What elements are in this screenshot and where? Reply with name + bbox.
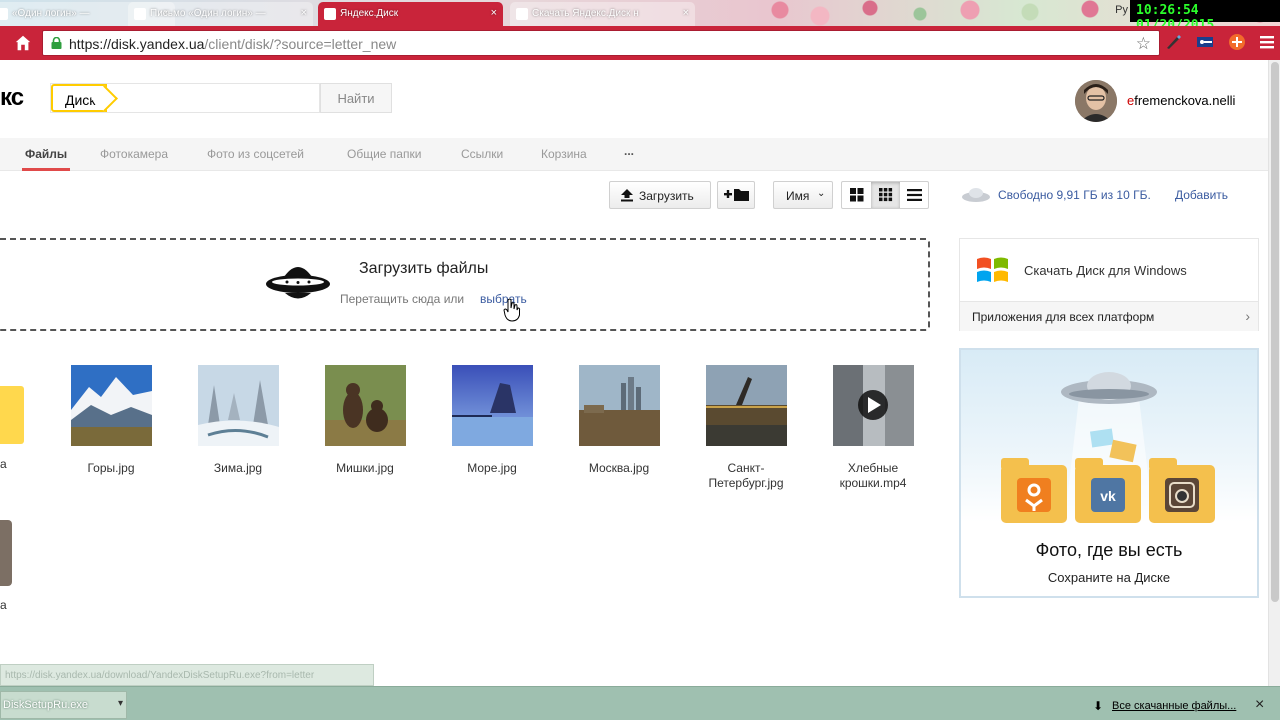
file-item-mountains[interactable]: Горы.jpg xyxy=(56,365,166,476)
dropzone-title: Загрузить файлы xyxy=(359,260,489,277)
file-item-moscow[interactable]: Москва.jpg xyxy=(564,365,674,476)
dropzone-subtitle: Перетащить сюда или xyxy=(340,292,465,306)
clock-overlay: 10:26:54 01/20/2015 xyxy=(1130,0,1280,33)
new-folder-button[interactable] xyxy=(717,181,755,209)
free-space-text: Свободно 9,91 ГБ из 10 ГБ. xyxy=(998,188,1151,202)
windows-download-text[interactable]: Скачать Диск для Windows xyxy=(1024,263,1187,278)
view-small-icons-button[interactable] xyxy=(871,182,900,208)
promo-title: Фото, где вы есть xyxy=(1035,540,1183,560)
close-icon[interactable]: × xyxy=(1255,696,1264,714)
tab-files[interactable]: Файлы xyxy=(25,147,67,161)
scrollbar-thumb[interactable] xyxy=(1271,62,1279,602)
folder-name-partial: а xyxy=(0,457,7,471)
download-favicon-icon xyxy=(516,8,528,20)
page-scrollbar[interactable] xyxy=(1268,60,1280,686)
trash-item-partial[interactable] xyxy=(0,520,12,586)
moscow-thumbnail xyxy=(578,365,660,446)
all-platforms-link[interactable]: Приложения для всех платформ › xyxy=(960,301,1258,331)
promo-subtitle: Сохраните на Диске xyxy=(1047,570,1171,585)
tab-camera[interactable]: Фотокамера xyxy=(100,147,168,161)
downloads-bar: DiskSetupRu.exe ▾ ⬇ Все скачанные файлы.… xyxy=(0,686,1280,720)
browser-tab-2[interactable]: Письмо «Один логин» — × xyxy=(128,2,313,26)
chevron-right-icon: › xyxy=(1245,308,1250,324)
download-item[interactable]: DiskSetupRu.exe ▾ xyxy=(0,691,127,719)
promo-illustration: vk xyxy=(1001,372,1215,523)
user-photo-icon xyxy=(1075,80,1117,122)
file-item-bears[interactable]: Мишки.jpg xyxy=(310,365,420,476)
file-item-sea[interactable]: Море.jpg xyxy=(437,365,547,476)
mountains-thumbnail xyxy=(70,365,152,446)
svg-text:vk: vk xyxy=(1100,488,1116,504)
add-folder-icon xyxy=(724,189,749,201)
bookmark-star-icon[interactable]: ☆ xyxy=(1136,34,1151,54)
view-switcher xyxy=(841,181,929,209)
file-item-winter[interactable]: Зима.jpg xyxy=(183,365,293,476)
url-text: https://disk.yandex.ua/client/disk/?sour… xyxy=(69,36,397,52)
search-box: Диск xyxy=(50,83,320,113)
add-extension-icon[interactable] xyxy=(1228,33,1246,51)
add-space-link[interactable]: Добавить xyxy=(1175,188,1228,202)
address-bar[interactable]: https://disk.yandex.ua/client/disk/?sour… xyxy=(42,30,1160,56)
avatar[interactable] xyxy=(1075,80,1117,122)
file-item-video[interactable]: Хлебные крошки.mp4 xyxy=(818,365,928,491)
search-input[interactable] xyxy=(121,87,311,109)
windows-app-card[interactable]: Скачать Диск для Windows Приложения для … xyxy=(959,238,1259,331)
mail-favicon-icon xyxy=(0,8,8,20)
pen-extension-icon[interactable] xyxy=(1164,33,1182,51)
yandex-logo[interactable]: кс xyxy=(0,84,24,112)
browser-tab-active[interactable]: Яндекс.Диск × xyxy=(318,2,503,26)
tab-shared-folders[interactable]: Общие папки xyxy=(347,147,421,161)
tab-social-photos[interactable]: Фото из соцсетей xyxy=(207,147,304,161)
home-icon[interactable] xyxy=(14,34,32,52)
bears-thumbnail xyxy=(324,365,406,446)
view-large-icons-button[interactable] xyxy=(842,182,871,208)
large-grid-icon xyxy=(850,188,864,202)
lock-icon xyxy=(51,37,62,49)
status-bar: https://disk.yandex.ua/download/YandexDi… xyxy=(0,664,374,686)
chevron-down-icon[interactable]: ▾ xyxy=(118,698,123,709)
small-grid-icon xyxy=(879,188,893,202)
all-downloads-link[interactable]: Все скачанные файлы... xyxy=(1112,700,1236,712)
tab-close-icon[interactable]: × xyxy=(683,7,689,19)
tab-strip: «Один логин» — × Письмо «Один логин» — ×… xyxy=(0,0,1280,33)
ufo-small-icon xyxy=(962,188,990,202)
petersburg-thumbnail xyxy=(705,365,787,446)
flag-extension-icon[interactable] xyxy=(1196,33,1214,51)
sea-thumbnail xyxy=(451,365,533,446)
disk-favicon-icon xyxy=(324,8,336,20)
lang-indicator: Ру xyxy=(1115,4,1128,16)
winter-thumbnail xyxy=(197,365,279,446)
list-icon xyxy=(907,189,922,201)
browser-window: «Один логин» — × Письмо «Один логин» — ×… xyxy=(0,0,1280,720)
menu-icon[interactable] xyxy=(1258,33,1276,51)
view-list-button[interactable] xyxy=(900,182,929,208)
video-thumbnail xyxy=(832,365,914,446)
ufo-icon xyxy=(266,267,330,299)
user-name[interactable]: efremenckova.nelli xyxy=(1127,93,1235,108)
tab-links[interactable]: Ссылки xyxy=(461,147,503,161)
tab-close-icon[interactable]: × xyxy=(301,7,307,19)
trash-name-partial: а xyxy=(0,598,7,612)
active-tab-underline xyxy=(22,168,70,171)
upload-icon xyxy=(621,189,633,202)
upload-dropzone[interactable] xyxy=(0,238,930,331)
tab-more[interactable]: ... xyxy=(624,144,634,158)
browser-tab-4[interactable]: Скачать Яндекс.Диск н × xyxy=(510,2,695,26)
hand-cursor-icon xyxy=(503,298,521,322)
service-chip[interactable]: Диск xyxy=(51,84,108,112)
social-photos-promo[interactable]: vk Фото, где вы есть Сохраните на Диске xyxy=(959,348,1259,598)
find-button[interactable]: Найти xyxy=(320,83,392,113)
tab-close-icon[interactable]: × xyxy=(491,7,497,19)
tab-trash[interactable]: Корзина xyxy=(541,147,587,161)
windows-logo-icon xyxy=(977,257,1008,282)
upload-button[interactable]: Загрузить xyxy=(609,181,711,209)
sort-dropdown[interactable]: Имя ⌄ xyxy=(773,181,833,209)
file-item-petersburg[interactable]: Санкт-Петербург.jpg xyxy=(691,365,801,491)
download-arrow-icon: ⬇ xyxy=(1093,699,1104,713)
browser-toolbar: https://disk.yandex.ua/client/disk/?sour… xyxy=(0,26,1280,60)
chevron-down-icon: ⌄ xyxy=(817,188,826,199)
folder-item-partial[interactable] xyxy=(0,386,24,444)
mail-favicon-icon xyxy=(134,8,146,20)
section-nav: Файлы Фотокамера Фото из соцсетей Общие … xyxy=(0,138,1280,171)
